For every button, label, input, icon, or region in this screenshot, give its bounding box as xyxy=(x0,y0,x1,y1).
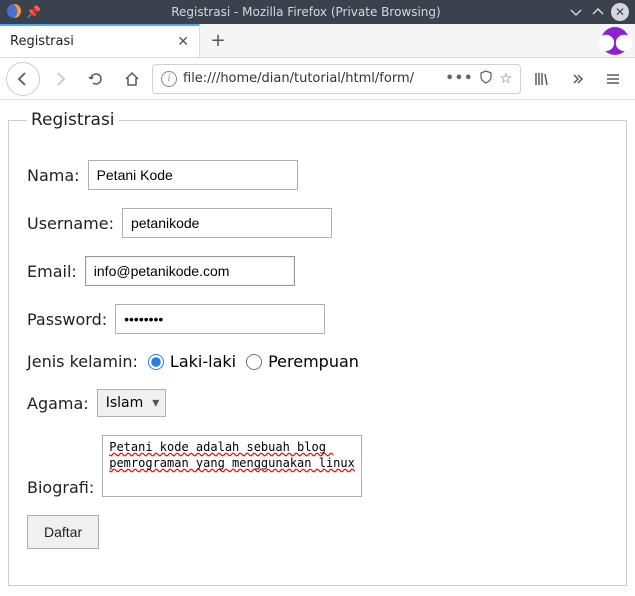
registrasi-fieldset: Registrasi Nama: Username: Email: Passwo… xyxy=(8,110,627,586)
nav-toolbar: i file:///home/dian/tutorial/html/form/ … xyxy=(0,58,635,100)
home-button[interactable] xyxy=(116,63,148,95)
overflow-button[interactable] xyxy=(561,63,593,95)
minimize-button[interactable] xyxy=(567,3,585,21)
tracking-shield-icon[interactable] xyxy=(479,70,493,88)
private-browsing-badge: ⬤⬤ xyxy=(601,27,629,55)
password-label: Password: xyxy=(27,310,107,329)
bookmark-star-icon[interactable]: ☆ xyxy=(499,71,512,87)
page-actions-icon[interactable]: ••• xyxy=(446,71,474,86)
nama-input[interactable] xyxy=(88,160,298,190)
agama-select[interactable]: Islam xyxy=(97,389,167,417)
gender-male-label: Laki-laki xyxy=(170,352,236,371)
tab-close-icon[interactable]: ✕ xyxy=(177,34,189,50)
agama-value: Islam xyxy=(106,395,144,411)
reload-button[interactable] xyxy=(80,63,112,95)
maximize-button[interactable] xyxy=(589,3,607,21)
pin-icon: 📌 xyxy=(26,5,41,19)
email-input[interactable] xyxy=(85,256,295,286)
window-titlebar: 📌 Registrasi - Mozilla Firefox (Private … xyxy=(0,0,635,24)
email-label: Email: xyxy=(27,262,77,281)
username-input[interactable] xyxy=(122,208,332,238)
biografi-textarea[interactable] xyxy=(102,435,362,497)
daftar-button[interactable]: Daftar xyxy=(27,515,99,549)
new-tab-button[interactable]: + xyxy=(200,24,236,57)
page-info-icon[interactable]: i xyxy=(161,71,177,87)
fieldset-legend: Registrasi xyxy=(27,110,119,130)
close-window-button[interactable]: ✕ xyxy=(611,3,629,21)
mask-icon: ⬤⬤ xyxy=(597,32,633,51)
firefox-icon xyxy=(6,3,22,22)
url-text: file:///home/dian/tutorial/html/form/ xyxy=(183,71,440,86)
back-button[interactable] xyxy=(6,62,40,96)
window-title: Registrasi - Mozilla Firefox (Private Br… xyxy=(49,5,563,19)
forward-button xyxy=(44,63,76,95)
tab-label: Registrasi xyxy=(10,34,177,49)
gender-label: Jenis kelamin: xyxy=(27,352,138,371)
tab-registrasi[interactable]: Registrasi ✕ xyxy=(0,24,200,57)
gender-female-label: Perempuan xyxy=(268,352,359,371)
menu-button[interactable] xyxy=(597,63,629,95)
password-input[interactable] xyxy=(115,304,325,334)
url-bar[interactable]: i file:///home/dian/tutorial/html/form/ … xyxy=(152,64,521,94)
page-content: Registrasi Nama: Username: Email: Passwo… xyxy=(0,100,635,596)
gender-male-radio[interactable] xyxy=(148,354,164,370)
biografi-label: Biografi: xyxy=(27,478,94,497)
tab-bar: Registrasi ✕ + ⬤⬤ xyxy=(0,24,635,58)
nama-label: Nama: xyxy=(27,166,80,185)
agama-label: Agama: xyxy=(27,394,89,413)
library-button[interactable] xyxy=(525,63,557,95)
username-label: Username: xyxy=(27,214,114,233)
gender-female-radio[interactable] xyxy=(246,354,262,370)
